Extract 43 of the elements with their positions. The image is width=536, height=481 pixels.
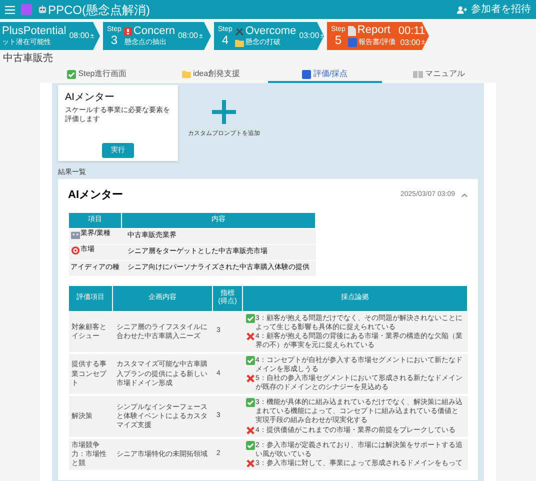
step-name: PlusPotential (2, 26, 66, 37)
add-person-icon (457, 6, 467, 14)
card-title: AIメンター (65, 93, 116, 103)
check-icon (67, 70, 76, 78)
step-number: 5 (334, 34, 342, 46)
chevron-icon[interactable] (461, 192, 468, 198)
invite-button[interactable]: 参加者を招待 (457, 4, 531, 14)
square-icon (348, 38, 358, 47)
tab[interactable]: マニュアル (382, 67, 496, 83)
step-name: Concern (133, 26, 175, 37)
plus-icon[interactable] (212, 100, 236, 124)
book-icon (413, 70, 423, 78)
robot-icon (38, 5, 47, 14)
step-time: 03:00 (299, 32, 320, 40)
square-icon (21, 4, 32, 15)
step-number: 3 (110, 34, 118, 46)
check-icon (246, 398, 254, 408)
check-icon (246, 314, 254, 322)
square-icon (302, 70, 312, 78)
menu-icon[interactable] (5, 6, 15, 14)
result-title: AIメンター (68, 188, 123, 203)
step-time: 03:00 (400, 38, 420, 46)
step-timer: 00:11 (398, 26, 426, 36)
check-icon (246, 440, 254, 450)
tab[interactable]: Step進行画面 (40, 67, 154, 83)
cross-icon (246, 426, 254, 435)
step-number: 4 (222, 34, 229, 46)
step-time: 08:00 (178, 32, 198, 40)
building-icon (70, 230, 80, 239)
page-title: 中古車販売 (2, 54, 54, 64)
cross-icon (246, 332, 254, 341)
alert-icon (124, 27, 132, 36)
folder-icon (235, 38, 244, 46)
folder-icon (182, 70, 191, 78)
app-title: PPCO(懸念点解消) (48, 4, 150, 16)
cross-icon (246, 374, 254, 384)
check-icon (246, 356, 254, 365)
tab[interactable]: idea創発支援 (154, 67, 268, 83)
step-name: Report (357, 25, 390, 36)
step-name: Overcome (245, 26, 296, 36)
cross-icon (246, 458, 254, 468)
document-icon (348, 26, 356, 36)
step-time: 08:00 (69, 32, 90, 40)
